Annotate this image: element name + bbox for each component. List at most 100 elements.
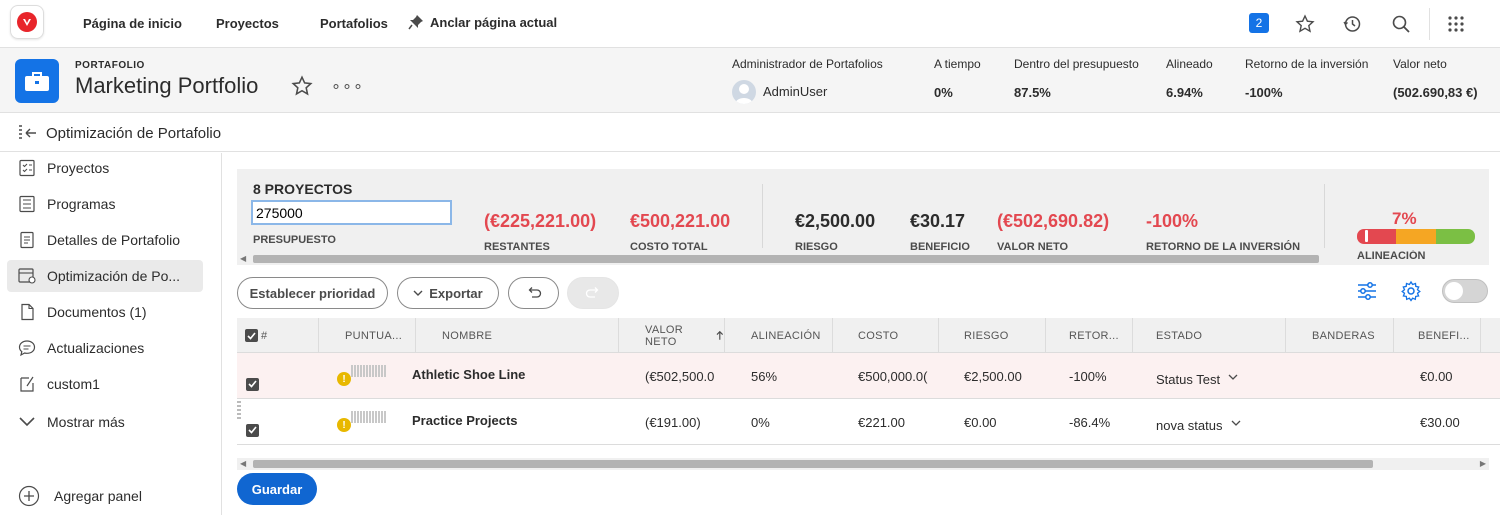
status-dropdown[interactable]: nova status xyxy=(1156,402,1241,448)
pin-current-page[interactable]: Anclar página actual xyxy=(408,14,557,30)
topbar-divider xyxy=(1429,8,1430,40)
sidebar-item-portfolio-details[interactable]: Detalles de Portafolio xyxy=(7,224,203,256)
column-header-benefit[interactable]: BENEFI... xyxy=(1394,318,1481,353)
project-name-link[interactable]: Athletic Shoe Line xyxy=(412,351,525,397)
column-header-risk[interactable]: RIESGO xyxy=(939,318,1046,353)
score-indicator: ! xyxy=(337,353,386,399)
column-settings-sliders-icon[interactable] xyxy=(1356,280,1378,305)
column-header-net-value[interactable]: VALOR NETO xyxy=(619,318,725,353)
column-header-roi[interactable]: RETOR... xyxy=(1046,318,1133,353)
sidebar-item-label: custom1 xyxy=(47,376,100,392)
sidebar-item-programs[interactable]: Programas xyxy=(7,188,203,220)
column-header-status[interactable]: ESTADO xyxy=(1133,318,1286,353)
pin-icon xyxy=(408,15,423,30)
column-header-flags[interactable]: BANDERAS xyxy=(1286,318,1394,353)
sidebar-item-label: Proyectos xyxy=(47,160,110,176)
nav-home[interactable]: Página de inicio xyxy=(83,16,182,31)
scroll-thumb[interactable] xyxy=(253,460,1373,468)
portfolio-header: PORTAFOLIO Marketing Portfolio ∘∘∘ Admin… xyxy=(0,48,1500,113)
sidebar-item-label: Actualizaciones xyxy=(47,340,145,356)
gear-icon[interactable] xyxy=(1400,280,1422,305)
column-header-alignment[interactable]: ALINEACIÓN xyxy=(725,318,833,353)
scroll-left-arrow-icon[interactable]: ◀ xyxy=(240,459,246,468)
scroll-left-arrow-icon[interactable]: ◀ xyxy=(240,254,246,263)
sidebar-item-label: Documentos (1) xyxy=(47,304,147,320)
summary-divider xyxy=(762,184,763,248)
scroll-right-arrow-icon[interactable]: ▶ xyxy=(1480,459,1486,468)
portfolio-kicker: PORTAFOLIO xyxy=(75,60,145,71)
metric-value: 87.5% xyxy=(1014,85,1051,100)
project-name-link[interactable]: Practice Projects xyxy=(412,397,518,443)
favorites-star-icon[interactable] xyxy=(1293,12,1317,36)
metric-value: -100% xyxy=(1245,85,1283,100)
summary-scrollbar[interactable]: ◀ xyxy=(237,253,1322,265)
status-dropdown[interactable]: Status Test xyxy=(1156,356,1238,402)
grid-scrollbar[interactable]: ◀ ▶ xyxy=(237,458,1489,470)
chevron-down-icon xyxy=(7,417,47,427)
sort-ascending-arrow-icon xyxy=(716,330,724,340)
alignment-cell: 56% xyxy=(751,368,778,384)
column-header-name[interactable]: NOMBRE xyxy=(416,318,619,353)
sidebar-item-projects[interactable]: Proyectos xyxy=(7,152,203,184)
app-logo[interactable] xyxy=(10,5,44,39)
grid-header-row: # PUNTUA... NOMBRE VALOR NETO ALINEACIÓN… xyxy=(237,318,1500,353)
gauge-marker xyxy=(1365,230,1369,242)
alignment-gauge xyxy=(1357,229,1475,244)
sidebar-item-custom1[interactable]: custom1 xyxy=(7,368,203,400)
chevron-down-icon xyxy=(1231,420,1240,426)
search-icon[interactable] xyxy=(1389,12,1413,36)
sidebar: Proyectos Programas Detalles de Portafol… xyxy=(0,153,222,515)
collapse-panel-icon[interactable] xyxy=(18,124,38,145)
remaining-label: RESTANTES xyxy=(484,241,550,253)
notifications-badge[interactable]: 2 xyxy=(1249,13,1269,33)
add-panel-label: Agregar panel xyxy=(54,488,142,504)
risk-label: RIESGO xyxy=(795,241,838,253)
nav-projects[interactable]: Proyectos xyxy=(216,16,279,31)
budget-input[interactable] xyxy=(251,200,452,225)
gauge-segment-red xyxy=(1357,229,1397,244)
select-all-checkbox[interactable] xyxy=(245,329,258,342)
set-priority-button[interactable]: Establecer prioridad xyxy=(237,277,388,309)
undo-button[interactable] xyxy=(508,277,559,309)
column-header-cost[interactable]: COSTO xyxy=(833,318,939,353)
custom-page-icon xyxy=(7,375,47,393)
top-navigation-bar: Página de inicio Proyectos Portafolios A… xyxy=(0,0,1500,48)
favorite-star-icon[interactable] xyxy=(291,75,313,100)
sidebar-item-portfolio-optimization[interactable]: Optimización de Po... xyxy=(7,260,203,292)
redo-button[interactable] xyxy=(567,277,619,309)
drag-handle-icon[interactable] xyxy=(237,401,241,421)
score-indicator: ! xyxy=(337,399,386,445)
add-panel-button[interactable]: Agregar panel xyxy=(18,485,142,507)
metric-label: A tiempo xyxy=(934,57,981,71)
save-button[interactable]: Guardar xyxy=(237,473,317,505)
roi-value: -100% xyxy=(1146,211,1199,231)
nav-portfolios[interactable]: Portafolios xyxy=(320,16,388,31)
more-options-icon[interactable]: ∘∘∘ xyxy=(331,76,364,96)
export-button[interactable]: Exportar xyxy=(397,277,499,309)
table-row[interactable]: ! Practice Projects (€191.00) 0% €221.00… xyxy=(237,399,1500,445)
main-content: 8 PROYECTOS PRESUPUESTO (€225,221.00) RE… xyxy=(226,153,1500,515)
app-launcher-grid-icon[interactable] xyxy=(1444,12,1468,36)
metric-label: Retorno de la inversión xyxy=(1245,57,1369,71)
column-header-select[interactable]: # xyxy=(237,318,319,353)
row-select-checkbox[interactable] xyxy=(246,407,259,453)
view-toggle-switch[interactable] xyxy=(1442,279,1488,303)
table-row[interactable]: ! Athletic Shoe Line (€502,500.0 56% €50… xyxy=(237,353,1500,399)
column-header-label: VALOR NETO xyxy=(645,323,683,348)
sidebar-item-label: Programas xyxy=(47,196,116,212)
export-label: Exportar xyxy=(429,285,483,301)
metric-value: 6.94% xyxy=(1166,85,1203,100)
alignment-value: 7% xyxy=(1392,209,1417,228)
sidebar-show-more[interactable]: Mostrar más xyxy=(7,406,203,438)
scroll-thumb[interactable] xyxy=(253,255,1319,263)
risk-value: €2,500.00 xyxy=(795,211,876,231)
document-details-icon xyxy=(7,231,47,249)
sidebar-item-updates[interactable]: Actualizaciones xyxy=(7,332,203,364)
net-value-label: VALOR NETO xyxy=(997,241,1069,253)
admin-user-name[interactable]: AdminUser xyxy=(763,84,827,99)
net-value: (€502,690.82) xyxy=(997,211,1110,231)
sidebar-item-documents[interactable]: Documentos (1) xyxy=(7,296,203,328)
column-header-score[interactable]: PUNTUA... xyxy=(319,318,416,353)
recent-history-icon[interactable] xyxy=(1340,12,1364,36)
page-title: Marketing Portfolio xyxy=(75,73,259,98)
